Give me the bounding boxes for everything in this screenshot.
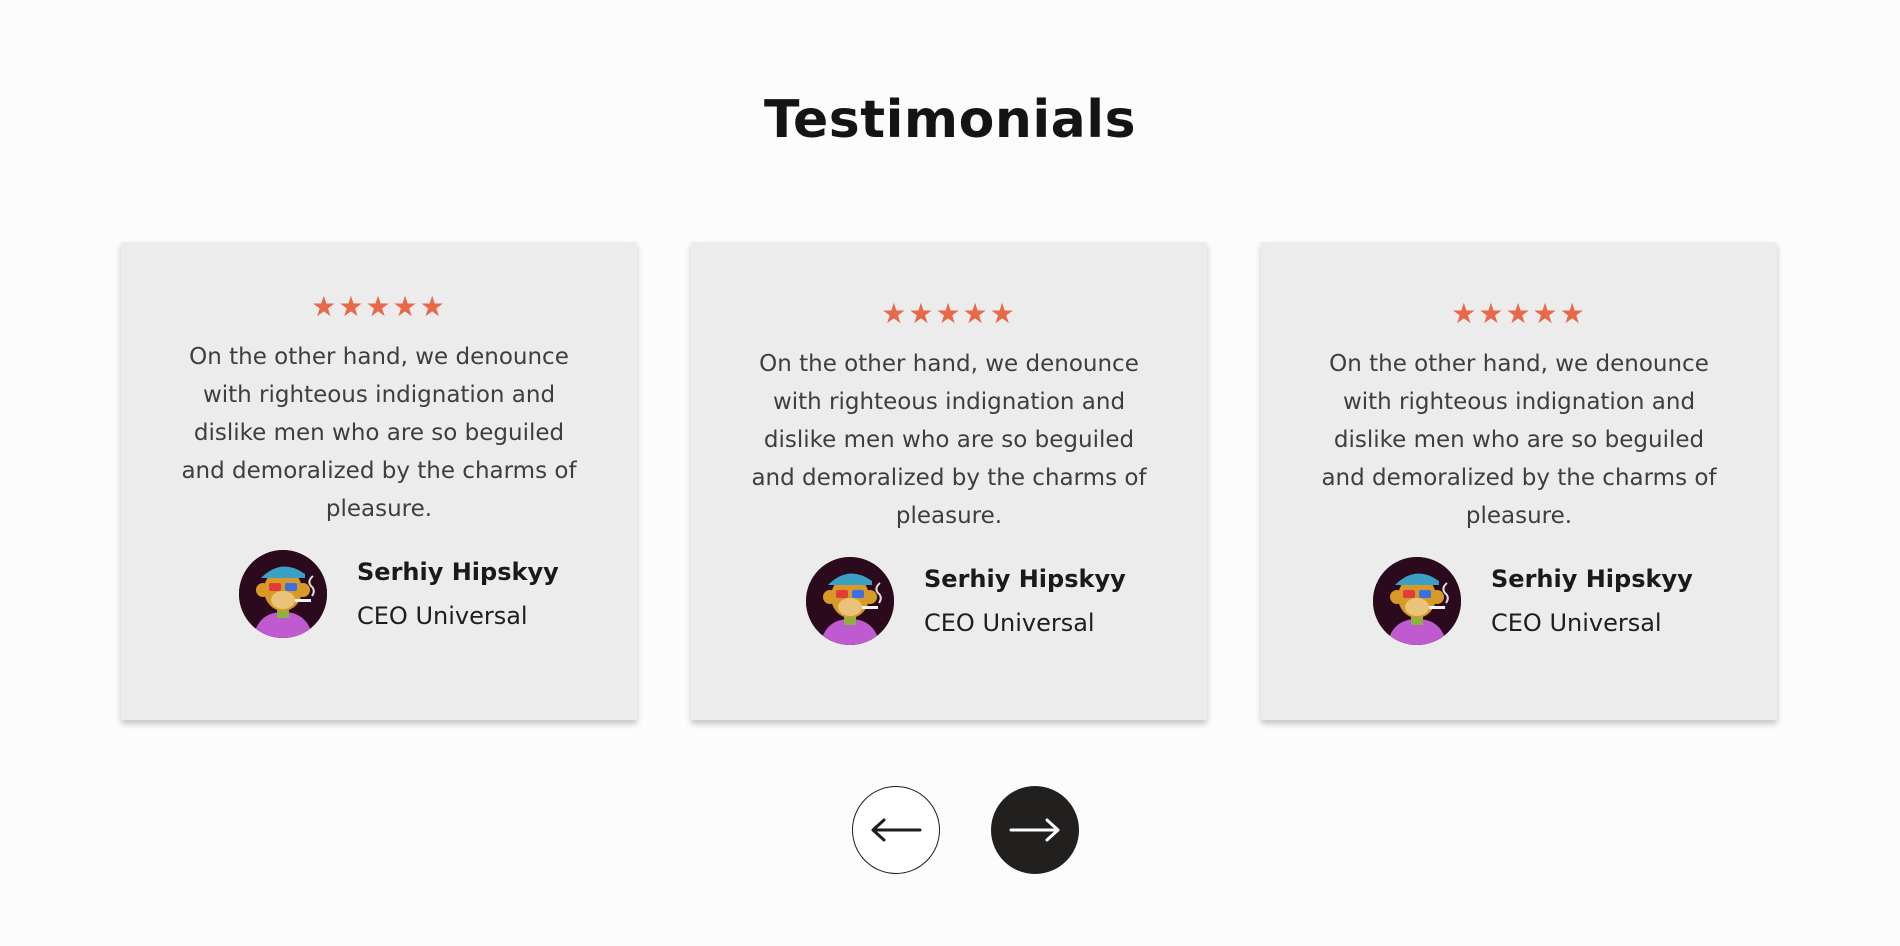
author-role: CEO Universal: [1491, 609, 1662, 637]
author-name: Serhiy Hipskyy: [924, 565, 1126, 593]
author-role: CEO Universal: [924, 609, 1095, 637]
testimonial-card: ★★★★★ On the other hand, we denounce wit…: [691, 242, 1207, 720]
testimonial-quote: On the other hand, we denounce with righ…: [1321, 351, 1717, 529]
avatar: [806, 557, 894, 645]
avatar: [239, 550, 327, 638]
arrow-left-icon: [870, 818, 922, 842]
avatar: [1373, 557, 1461, 645]
author-name: Serhiy Hipskyy: [1491, 565, 1693, 593]
testimonial-card: ★★★★★ On the other hand, we denounce wit…: [121, 242, 637, 720]
next-button[interactable]: [991, 786, 1079, 874]
testimonials-carousel: ★★★★★ On the other hand, we denounce wit…: [0, 0, 1900, 946]
testimonial-quote: On the other hand, we denounce with righ…: [751, 351, 1147, 529]
author-name: Serhiy Hipskyy: [357, 558, 559, 586]
testimonial-quote: On the other hand, we denounce with righ…: [181, 344, 577, 522]
star-rating: ★★★★★: [1451, 297, 1587, 330]
star-rating: ★★★★★: [311, 290, 447, 323]
star-rating: ★★★★★: [881, 297, 1017, 330]
arrow-right-icon: [1009, 818, 1061, 842]
prev-button[interactable]: [852, 786, 940, 874]
testimonial-author: Serhiy Hipskyy CEO Universal: [806, 557, 1126, 645]
author-role: CEO Universal: [357, 602, 528, 630]
testimonial-card: ★★★★★ On the other hand, we denounce wit…: [1261, 242, 1777, 720]
testimonial-author: Serhiy Hipskyy CEO Universal: [1373, 557, 1693, 645]
testimonial-author: Serhiy Hipskyy CEO Universal: [239, 550, 559, 638]
